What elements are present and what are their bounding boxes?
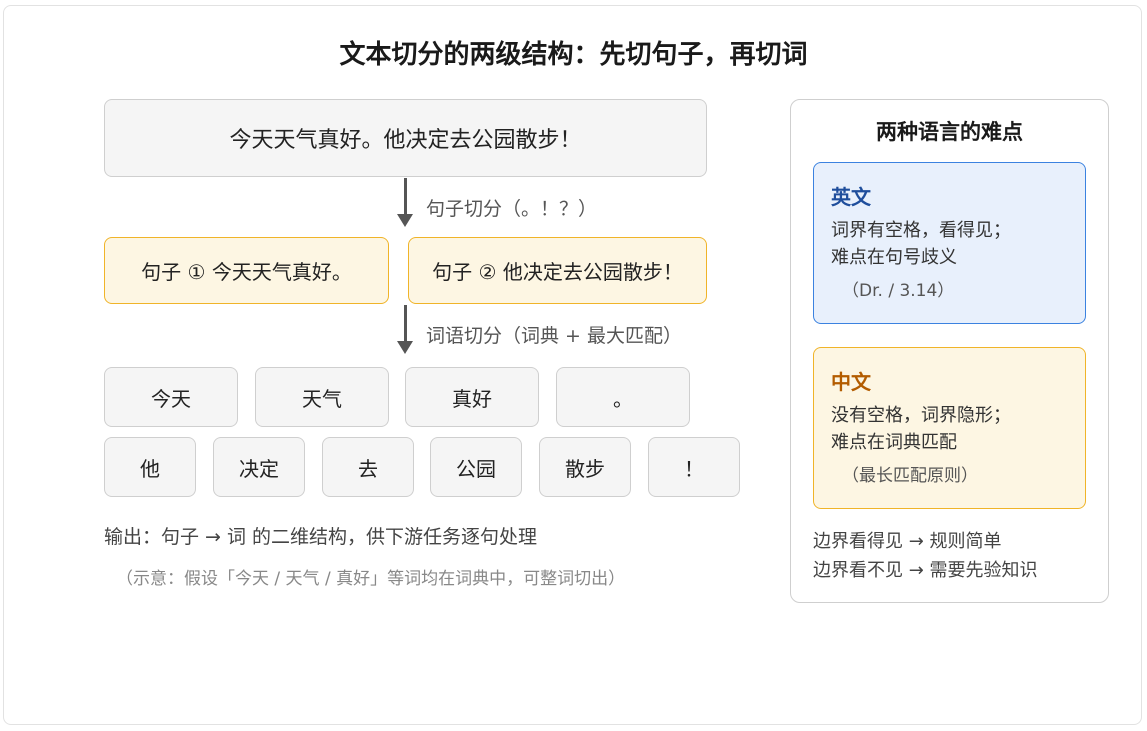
- output-description: 输出：句子 → 词 的二维结构，供下游任务逐句处理: [104, 526, 538, 548]
- english-card-example: （Dr. / 3.14）: [842, 281, 955, 301]
- arrow-head-1: [397, 214, 413, 227]
- arrow-down-2: [404, 305, 407, 343]
- word-split-label: 词语切分（词典 + 最大匹配）: [426, 325, 682, 347]
- word-box: 。: [556, 367, 690, 427]
- diagram-title: 文本切分的两级结构：先切句子，再切词: [339, 40, 808, 70]
- chinese-card: 中文 没有空格，词界隐形； 难点在词典匹配 （最长匹配原则）: [813, 347, 1086, 509]
- english-card: 英文 词界有空格，看得见； 难点在句号歧义 （Dr. / 3.14）: [813, 162, 1086, 324]
- word-box: 散步: [539, 437, 631, 497]
- chinese-card-line-2: 难点在词典匹配: [831, 432, 957, 453]
- input-text-box: 今天天气真好。他决定去公园散步！: [104, 99, 707, 177]
- english-card-line-1: 词界有空格，看得见；: [831, 220, 1011, 241]
- difficulty-panel-title: 两种语言的难点: [876, 120, 1023, 144]
- word-box: 他: [104, 437, 196, 497]
- english-card-heading: 英文: [831, 185, 871, 209]
- summary-line-1: 边界看得见 → 规则简单: [813, 531, 1002, 552]
- word-box: 决定: [213, 437, 305, 497]
- word-box: 去: [322, 437, 414, 497]
- chinese-card-example: （最长匹配原则）: [842, 466, 978, 486]
- word-box: ！: [648, 437, 740, 497]
- word-box: 真好: [405, 367, 539, 427]
- word-box: 公园: [430, 437, 522, 497]
- chinese-card-line-1: 没有空格，词界隐形；: [831, 405, 1011, 426]
- summary-line-2: 边界看不见 → 需要先验知识: [813, 560, 1038, 581]
- sentence-box-1: 句子 ① 今天天气真好。: [104, 237, 389, 304]
- arrow-down-1: [404, 178, 407, 216]
- sentence-split-label: 句子切分（。！？）: [426, 198, 598, 220]
- chinese-card-heading: 中文: [831, 370, 871, 394]
- arrow-head-2: [397, 341, 413, 354]
- sentence-box-2: 句子 ② 他决定去公园散步！: [408, 237, 707, 304]
- english-card-line-2: 难点在句号歧义: [831, 247, 957, 268]
- word-box: 天气: [255, 367, 389, 427]
- word-box: 今天: [104, 367, 238, 427]
- assumption-note: （示意：假设「今天 / 天气 / 真好」等词均在词典中，可整词切出）: [116, 569, 626, 589]
